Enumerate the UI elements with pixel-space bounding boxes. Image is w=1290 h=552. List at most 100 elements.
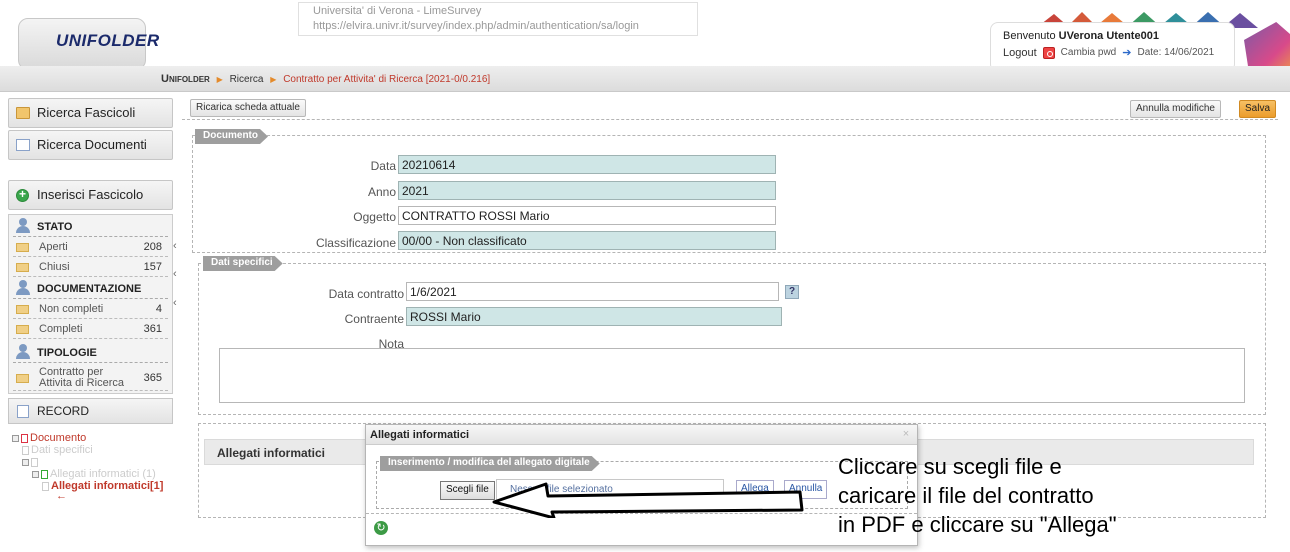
ricerca-documenti-button[interactable]: Ricerca Documenti (8, 130, 173, 160)
refresh-icon[interactable]: ↻ (374, 521, 388, 535)
collapse-arrow-icon[interactable]: ‹ (173, 240, 177, 252)
help-icon[interactable]: ? (785, 285, 799, 299)
collapse-arrow-icon[interactable]: ‹ (173, 297, 177, 309)
annotation-text: Cliccare su scegli file e caricare il fi… (838, 452, 1117, 539)
folder-icon (16, 263, 29, 272)
contraente-field[interactable]: ROSSI Mario (406, 307, 782, 326)
annotation-line2: caricare il file del contratto (838, 483, 1094, 508)
save-button[interactable]: Salva (1239, 100, 1277, 118)
tree-node-dati-specifici[interactable]: Dati specifici (22, 444, 93, 456)
data-contratto-field[interactable]: 1/6/2021 (406, 282, 779, 301)
add-icon (16, 187, 29, 202)
sidebar-item-completi[interactable]: Completi 361 (13, 319, 168, 339)
item-count: 208 (143, 241, 162, 253)
section-title: DOCUMENTAZIONE (37, 283, 142, 295)
logout-link[interactable]: Logout (1003, 47, 1037, 59)
divider (182, 119, 1278, 120)
arrow-left-icon: ← (56, 490, 67, 502)
document-icon (16, 139, 30, 151)
section-stato: STATO (13, 217, 168, 237)
item-label: Non completi (39, 303, 104, 315)
data-field[interactable]: 20210614 (398, 155, 776, 174)
document-icon (31, 457, 38, 467)
ricerca-fascicoli-label: Ricerca Fascicoli (37, 105, 136, 120)
sidebar-item-contratto-ricerca[interactable]: Contratto per Attivita di Ricerca 365 (13, 365, 168, 391)
tooltip-url: https://elvira.univr.it/survey/index.php… (313, 20, 639, 32)
anno-field[interactable]: 2021 (398, 181, 776, 200)
inserisci-fascicolo-label: Inserisci Fascicolo (37, 187, 144, 202)
item-count: 365 (143, 372, 162, 384)
record-button[interactable]: RECORD (8, 398, 173, 424)
annotation-arrow (492, 482, 804, 518)
filter-panel: STATO Aperti 208 Chiusi 157 DOCUMENTAZIO… (8, 214, 173, 394)
sidebar: Ricerca Fascicoli Ricerca Documenti Inse… (8, 98, 173, 538)
document-icon (17, 405, 29, 418)
collapse-icon[interactable] (12, 434, 19, 442)
tree-node-blank (22, 456, 40, 468)
close-icon[interactable]: × (900, 428, 912, 440)
sidebar-item-chiusi[interactable]: Chiusi 157 (13, 257, 168, 277)
folder-icon (16, 107, 30, 119)
item-label: Completi (39, 323, 83, 335)
chevron-right-icon: ▶ (270, 75, 277, 84)
folder-icon (16, 374, 29, 383)
document-icon (21, 433, 28, 443)
user-icon (16, 344, 30, 360)
modal-legend: Inserimento / modifica del allegato digi… (380, 456, 600, 471)
collapse-icon[interactable] (22, 458, 29, 466)
tooltip-title: Universita' di Verona - LimeSurvey (313, 5, 482, 17)
breadcrumb-bar: Unifolder ▶ Ricerca ▶ Contratto per Atti… (0, 66, 1290, 92)
document-icon (22, 445, 29, 455)
welcome-text: Benvenuto UVerona Utente001 (1003, 30, 1222, 42)
breadcrumb: Unifolder ▶ Ricerca ▶ Contratto per Atti… (161, 73, 490, 85)
breadcrumb-home[interactable]: Unifolder (161, 73, 210, 85)
data-label: Data (370, 159, 396, 173)
anno-label: Anno (367, 185, 396, 199)
item-label: Chiusi (39, 261, 70, 273)
modal-title: Allegati informatici (366, 425, 917, 445)
collapse-icon[interactable] (32, 470, 39, 478)
classificazione-label: Classificazione (315, 236, 396, 250)
tree-label: Dati specifici (31, 444, 93, 456)
section-title: TIPOLOGIE (37, 347, 97, 359)
item-label: Aperti (39, 241, 68, 253)
annotation-line3: in PDF e cliccare su "Allega" (838, 512, 1117, 537)
power-icon[interactable] (1042, 46, 1055, 59)
annotation-line1: Cliccare su scegli file e (838, 454, 1062, 479)
tree-node-allegati-group[interactable]: Allegati informatici (1) (32, 468, 156, 480)
oggetto-field[interactable]: CONTRATTO ROSSI Mario (398, 206, 776, 225)
sidebar-item-aperti[interactable]: Aperti 208 (13, 237, 168, 257)
document-icon (41, 469, 48, 479)
item-count: 361 (143, 323, 162, 335)
sidebar-item-non-completi[interactable]: Non completi 4 (13, 299, 168, 319)
documento-legend: Documento (195, 129, 268, 144)
ricerca-documenti-label: Ricerca Documenti (37, 137, 147, 152)
inserisci-fascicolo-button[interactable]: Inserisci Fascicolo (8, 180, 173, 210)
ricerca-fascicoli-button[interactable]: Ricerca Fascicoli (8, 98, 173, 128)
data-contratto-label: Data contratto (328, 287, 404, 301)
document-icon (42, 481, 49, 491)
current-date: Date: 14/06/2021 (1137, 47, 1215, 58)
user-icon (16, 218, 30, 234)
reload-button[interactable]: Ricarica scheda attuale (190, 99, 306, 117)
cancel-changes-button[interactable]: Annulla modifiche (1130, 100, 1221, 118)
breadcrumb-ricerca[interactable]: Ricerca (230, 74, 264, 85)
welcome-prefix: Benvenuto (1003, 30, 1056, 42)
nota-textarea[interactable] (219, 348, 1245, 403)
section-tipologie: TIPOLOGIE (13, 343, 168, 363)
folder-icon (16, 305, 29, 314)
breadcrumb-current: Contratto per Attivita' di Ricerca [2021… (283, 74, 491, 85)
arrow-right-icon: ➔ (1122, 47, 1132, 59)
tree-node-documento[interactable]: Documento (12, 432, 86, 444)
change-password-link[interactable]: Cambia pwd (1061, 47, 1117, 58)
contraente-label: Contraente (344, 312, 404, 326)
chevron-right-icon: ▶ (216, 75, 223, 84)
collapse-arrow-icon[interactable]: ‹ (173, 268, 177, 280)
section-title: STATO (37, 221, 73, 233)
logo: UNIFOLDER (56, 31, 160, 50)
item-count: 4 (155, 303, 162, 315)
classificazione-field[interactable]: 00/00 - Non classificato (398, 231, 776, 250)
tree-label: Allegati informatici (1) (50, 468, 156, 480)
oggetto-label: Oggetto (353, 210, 396, 224)
choose-file-button[interactable]: Scegli file (440, 481, 495, 500)
